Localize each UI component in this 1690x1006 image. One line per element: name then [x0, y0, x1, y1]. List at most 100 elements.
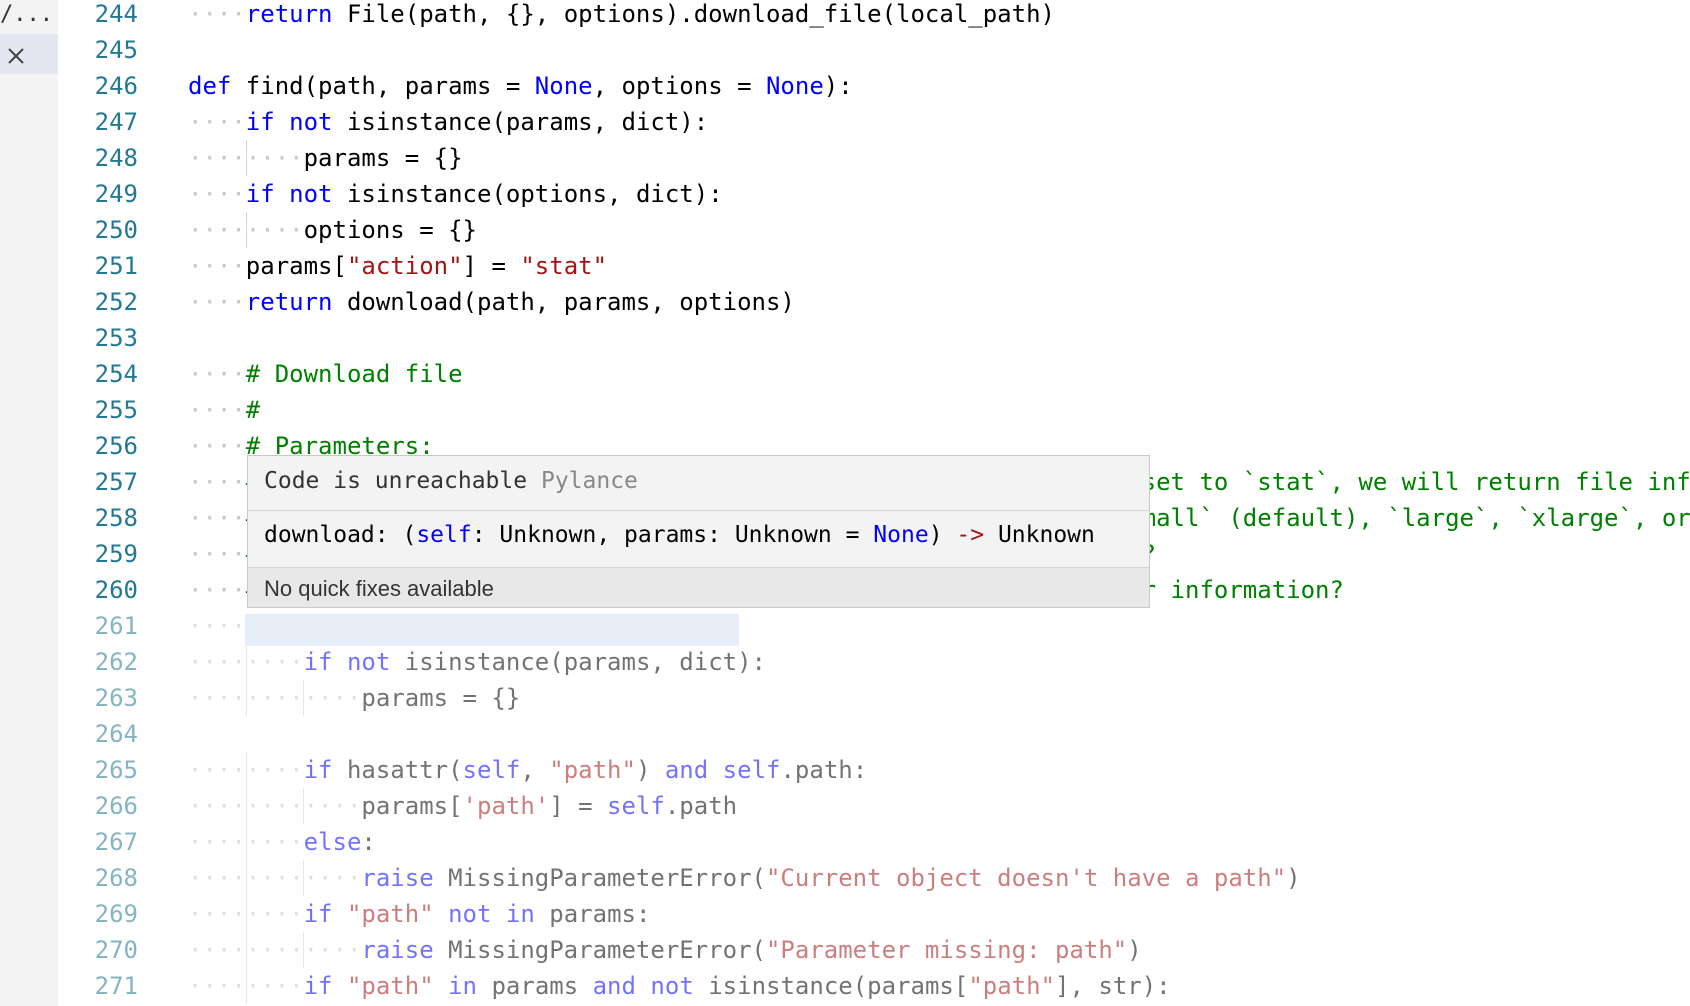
hover-popup: Code is unreachable Pylance download: (s… — [247, 455, 1150, 608]
whitespace-marker: ···· — [188, 360, 246, 388]
code-line[interactable]: 244 ····return File(path, {}, options).do… — [58, 0, 1690, 32]
code-line[interactable]: 251 ····params["action"] = "stat" — [58, 248, 1690, 284]
line-number: 248 — [94, 144, 138, 172]
code-token: 'path' — [462, 792, 550, 820]
code-token: download(path, params, options) — [332, 288, 795, 316]
code-line[interactable]: 265 ········if hasattr(self, "path") and … — [58, 752, 1690, 788]
code-text: ····return download(path, params, option… — [188, 284, 795, 320]
sig-mid: : Unknown, params: Unknown = — [471, 522, 874, 548]
code-token: if — [303, 756, 333, 784]
whitespace-marker: ········ — [188, 756, 304, 784]
code-line[interactable]: 253 — [58, 320, 1690, 356]
tab-title[interactable]: /... — [0, 2, 53, 27]
code-token: "Current object doesn't have a path" — [765, 864, 1287, 892]
code-token: and — [592, 972, 636, 1000]
line-number: 254 — [94, 360, 138, 388]
code-line[interactable]: 268 ············raise MissingParameterErr… — [58, 860, 1690, 896]
line-number: 245 — [94, 36, 138, 64]
code-text: ········params = {} — [188, 140, 463, 176]
code-line[interactable]: 247 ····if not isinstance(params, dict): — [58, 104, 1690, 140]
code-line[interactable]: 262 ········if not isinstance(params, dic… — [58, 644, 1690, 680]
line-number: 265 — [94, 756, 138, 784]
code-line[interactable]: 245 — [58, 32, 1690, 68]
close-tab-button[interactable] — [0, 34, 58, 74]
code-token: in — [505, 900, 535, 928]
code-text: ········if "path" in params and not isin… — [188, 968, 1171, 1004]
line-number: 255 — [94, 396, 138, 424]
code-token: def — [188, 72, 232, 100]
code-token: # — [245, 396, 261, 424]
code-line[interactable]: 270 ············raise MissingParameterErr… — [58, 932, 1690, 968]
line-number: 267 — [94, 828, 138, 856]
code-text: ········else: — [188, 824, 376, 860]
code-token: MissingParameterError( — [433, 864, 766, 892]
code-token: if — [303, 972, 333, 1000]
code-token: "path" — [549, 756, 636, 784]
whitespace-marker: ········ — [188, 900, 304, 928]
sig-close: ) — [928, 522, 957, 548]
quick-fix-status: No quick fixes available — [264, 576, 494, 601]
sig-arrow: -> — [956, 522, 985, 548]
code-line[interactable]: 267 ········else: — [58, 824, 1690, 860]
code-token: in — [448, 972, 478, 1000]
code-token: isinstance(options, dict): — [332, 180, 723, 208]
code-token: if — [303, 900, 333, 928]
line-number: 270 — [94, 936, 138, 964]
close-icon[interactable] — [4, 44, 28, 68]
line-number: 251 — [94, 252, 138, 280]
code-line[interactable]: 248 ········params = {} — [58, 140, 1690, 176]
code-line[interactable]: 266 ············params['path'] = self.pat… — [58, 788, 1690, 824]
line-number: 250 — [94, 216, 138, 244]
whitespace-marker: ········ — [188, 972, 304, 1000]
code-token: ] = — [462, 252, 521, 280]
line-number: 259 — [94, 540, 138, 568]
code-line[interactable]: 246 def find(path, params = None, options… — [58, 68, 1690, 104]
line-number: 256 — [94, 432, 138, 460]
line-number: 260 — [94, 576, 138, 604]
code-token: .path — [664, 792, 738, 820]
code-line[interactable]: 271 ········if "path" in params and not i… — [58, 968, 1690, 1004]
diagnostic-message: Code is unreachable Pylance — [264, 468, 638, 494]
whitespace-marker: ········ — [188, 828, 304, 856]
sig-name: download: ( — [264, 522, 417, 548]
code-line[interactable]: 254 ····# Download file — [58, 356, 1690, 392]
code-line[interactable]: 249 ····if not isinstance(options, dict): — [58, 176, 1690, 212]
whitespace-marker: ···· — [188, 180, 246, 208]
code-token: None — [534, 72, 593, 100]
code-token: ], str): — [1055, 972, 1171, 1000]
line-number: 269 — [94, 900, 138, 928]
code-token: self — [722, 756, 781, 784]
code-line[interactable]: 263 ············params = {} — [58, 680, 1690, 716]
code-line[interactable]: 250 ········options = {} — [58, 212, 1690, 248]
code-token: params[ — [361, 792, 463, 820]
code-token: params: — [534, 900, 651, 928]
code-text: ············raise MissingParameterError(… — [188, 932, 1142, 968]
code-line[interactable]: 255 ····# — [58, 392, 1690, 428]
code-token: , — [520, 756, 550, 784]
whitespace-marker: ···· — [188, 432, 246, 460]
code-line[interactable]: 269 ········if "path" not in params: — [58, 896, 1690, 932]
code-text: ············params['path'] = self.path — [188, 788, 737, 824]
code-token: self — [607, 792, 665, 820]
sig-none: None — [873, 522, 929, 548]
code-token: File(path, {}, options).download_file(lo… — [332, 0, 1055, 28]
code-token: return — [245, 288, 333, 316]
code-text: ········if hasattr(self, "path") and sel… — [188, 752, 867, 788]
code-token: isinstance(params[ — [693, 972, 969, 1000]
code-text: ····if not isinstance(options, dict): — [188, 176, 723, 212]
code-line[interactable]: 252 ····return download(path, params, opt… — [58, 284, 1690, 320]
code-text: ····return File(path, {}, options).downl… — [188, 0, 1055, 32]
code-token: "stat" — [520, 252, 608, 280]
whitespace-marker: ···· — [188, 396, 246, 424]
code-line[interactable]: 264 — [58, 716, 1690, 752]
code-text: ············params = {} — [188, 680, 520, 716]
code-text: ····# Download file — [188, 356, 463, 392]
whitespace-marker: ···· — [188, 468, 246, 496]
code-token: # Download file — [245, 360, 463, 388]
whitespace-marker: ···· — [188, 108, 246, 136]
whitespace-marker: ········ — [188, 144, 304, 172]
code-text: ············raise MissingParameterError(… — [188, 860, 1301, 896]
